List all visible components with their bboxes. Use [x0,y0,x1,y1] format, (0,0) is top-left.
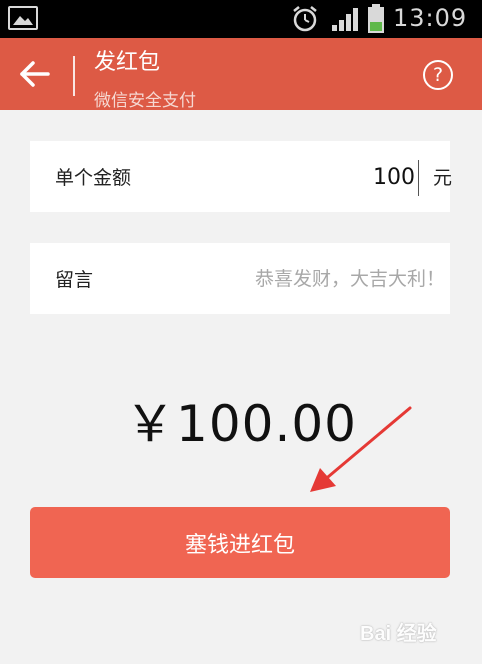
battery-icon [368,4,384,33]
text-caret [418,160,419,196]
page-title: 发红包 [94,50,161,75]
status-bar: 13:09 [0,0,482,38]
amount-unit: 元 [433,167,453,189]
amount-input[interactable] [280,161,417,193]
message-label: 留言 [55,269,94,291]
help-button[interactable]: ? [423,60,453,90]
signal-icon [332,8,358,31]
arrow-left-icon [20,61,50,87]
back-button[interactable] [16,56,56,92]
message-input[interactable] [180,263,445,295]
page-subtitle: 微信安全支付 [94,91,196,111]
header-divider [73,56,75,96]
alarm-icon [293,6,317,32]
gallery-icon [8,6,38,30]
page: 13:09 发红包 微信安全支付 ? 单个金额 元 留言 ￥100.00 塞钱进… [0,0,482,664]
header: 发红包 微信安全支付 ? [0,38,482,111]
status-clock: 13:09 [393,4,468,32]
question-circle-icon: ? [432,64,444,86]
amount-label: 单个金额 [55,167,132,189]
submit-button[interactable]: 塞钱进红包 [30,507,450,578]
annotation-arrow-icon [310,406,412,492]
amount-card: 单个金额 元 [30,141,453,212]
watermark-text: Bai 经验 [360,623,437,645]
watermark-logo: Bai 经验 [360,607,478,655]
message-card: 留言 [30,243,450,314]
